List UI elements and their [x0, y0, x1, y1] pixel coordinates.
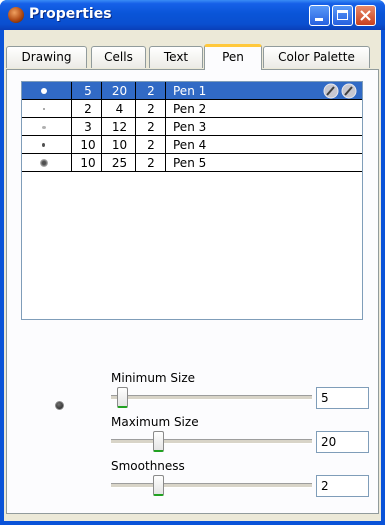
pen-preview-dot	[41, 88, 47, 94]
tab-label: Color Palette	[278, 50, 355, 64]
tab-color-palette[interactable]: Color Palette	[263, 46, 370, 68]
grid-line	[22, 171, 362, 172]
max-size-label: Maximum Size	[111, 415, 199, 429]
pen-min-cell: 10	[80, 156, 96, 170]
title-bar[interactable]: Properties	[0, 0, 385, 30]
grid-line	[101, 82, 102, 172]
pen-smooth-cell: 2	[147, 84, 155, 98]
grid-line	[22, 153, 362, 154]
smoothness-label: Smoothness	[111, 459, 185, 473]
grid-line	[22, 99, 362, 100]
grid-line	[135, 82, 136, 172]
pen-min-cell: 2	[84, 102, 92, 116]
pen-max-cell: 10	[111, 138, 128, 152]
pen-preview-dot	[42, 143, 45, 147]
pen-max-cell: 25	[111, 156, 128, 170]
pen-preview-icon	[55, 401, 64, 410]
tab-label: Text	[163, 50, 189, 64]
min-size-slider-thumb[interactable]	[117, 387, 128, 408]
pen-max-cell: 20	[111, 84, 128, 98]
grid-line	[22, 117, 362, 118]
min-size-slider-track[interactable]	[111, 395, 312, 400]
pen-max-cell: 4	[115, 102, 124, 116]
tab-pen[interactable]: Pen	[204, 44, 262, 70]
pen-smooth-cell: 2	[147, 138, 155, 152]
close-button[interactable]	[355, 5, 376, 26]
pen-name-cell: Pen 4	[173, 138, 207, 152]
min-size-input[interactable]: 5	[316, 387, 369, 409]
pen-preview-dot	[40, 159, 48, 167]
tab-label: Pen	[222, 50, 244, 64]
pen-preview-dot	[42, 126, 46, 129]
pen-min-cell: 5	[84, 84, 92, 98]
pen-name-cell: Pen 5	[173, 156, 207, 170]
maximize-button[interactable]	[332, 5, 353, 26]
tab-cells[interactable]: Cells	[91, 46, 146, 68]
pen-min-cell: 10	[80, 138, 96, 152]
tab-label: Drawing	[21, 50, 72, 64]
minimize-button[interactable]	[309, 5, 330, 26]
table-row[interactable]: 5 20 2 Pen 1	[22, 82, 362, 100]
tab-text[interactable]: Text	[149, 46, 203, 68]
grid-line	[165, 82, 166, 172]
pen-preview-dot	[43, 108, 45, 110]
smoothness-slider-thumb[interactable]	[153, 475, 164, 496]
table-row[interactable]: 10 25 2 Pen 5	[22, 154, 362, 172]
max-size-slider-thumb[interactable]	[153, 431, 164, 452]
pen-name-cell: Pen 1	[173, 84, 207, 98]
tab-label: Cells	[104, 50, 133, 64]
pencil-icon[interactable]	[323, 83, 361, 99]
pen-min-cell: 3	[84, 120, 92, 134]
pen-name-cell: Pen 2	[173, 102, 207, 116]
smoothness-input[interactable]: 2	[316, 475, 369, 497]
table-row[interactable]: 2 4 2 Pen 2	[22, 100, 362, 118]
pen-name-cell: Pen 3	[173, 120, 207, 134]
window-title: Properties	[29, 6, 112, 22]
max-size-input[interactable]: 20	[316, 431, 369, 453]
minimize-icon	[315, 18, 323, 21]
maximize-icon	[337, 10, 348, 20]
grid-line	[71, 82, 72, 172]
smoothness-slider-track[interactable]	[111, 483, 312, 488]
table-row[interactable]: 3 12 2 Pen 3	[22, 118, 362, 136]
pen-list[interactable]: 5 20 2 Pen 1 2 4 2 Pen 2 3 12 2 Pen 3 10…	[21, 81, 363, 320]
table-row[interactable]: 10 10 2 Pen 4	[22, 136, 362, 154]
tab-drawing[interactable]: Drawing	[6, 46, 87, 68]
pen-smooth-cell: 2	[147, 156, 155, 170]
pen-smooth-cell: 2	[147, 102, 155, 116]
pen-smooth-cell: 2	[147, 120, 155, 134]
max-size-slider-track[interactable]	[111, 439, 312, 444]
grid-line	[22, 135, 362, 136]
properties-window: Properties Drawing Cells Text Pen Color …	[0, 0, 385, 525]
min-size-label: Minimum Size	[111, 371, 196, 385]
pen-max-cell: 12	[111, 120, 128, 134]
app-icon	[8, 7, 24, 23]
close-icon	[360, 10, 371, 21]
